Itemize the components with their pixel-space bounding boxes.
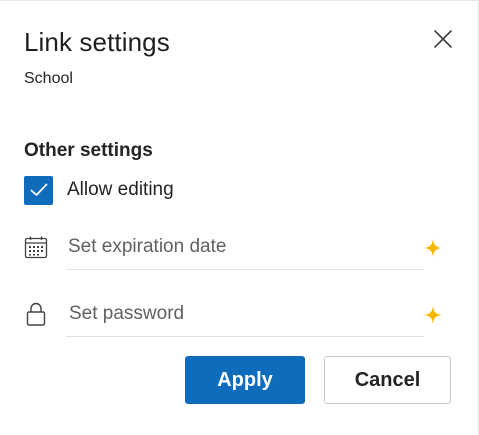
password-row: [22, 292, 452, 338]
password-input[interactable]: [66, 292, 424, 337]
link-settings-dialog: Link settings School Other settings Allo…: [0, 0, 479, 435]
dialog-subtitle: School: [24, 70, 73, 87]
other-settings-heading: Other settings: [24, 140, 153, 161]
close-icon: [434, 30, 452, 48]
checkmark-icon: [30, 183, 47, 196]
sparkle-icon: [422, 304, 444, 326]
lock-icon: [22, 300, 50, 328]
close-button[interactable]: [430, 26, 456, 52]
sparkle-icon: [422, 237, 444, 259]
apply-button[interactable]: Apply: [185, 356, 305, 404]
dialog-title: Link settings: [24, 27, 170, 57]
allow-editing-label: Allow editing: [67, 179, 174, 200]
calendar-icon: [22, 233, 50, 261]
allow-editing-checkbox-row[interactable]: Allow editing: [24, 174, 174, 206]
expiration-date-row: [22, 225, 452, 271]
allow-editing-checkbox[interactable]: [24, 175, 53, 205]
cancel-button[interactable]: Cancel: [324, 356, 451, 404]
expiration-date-input[interactable]: [66, 225, 424, 270]
